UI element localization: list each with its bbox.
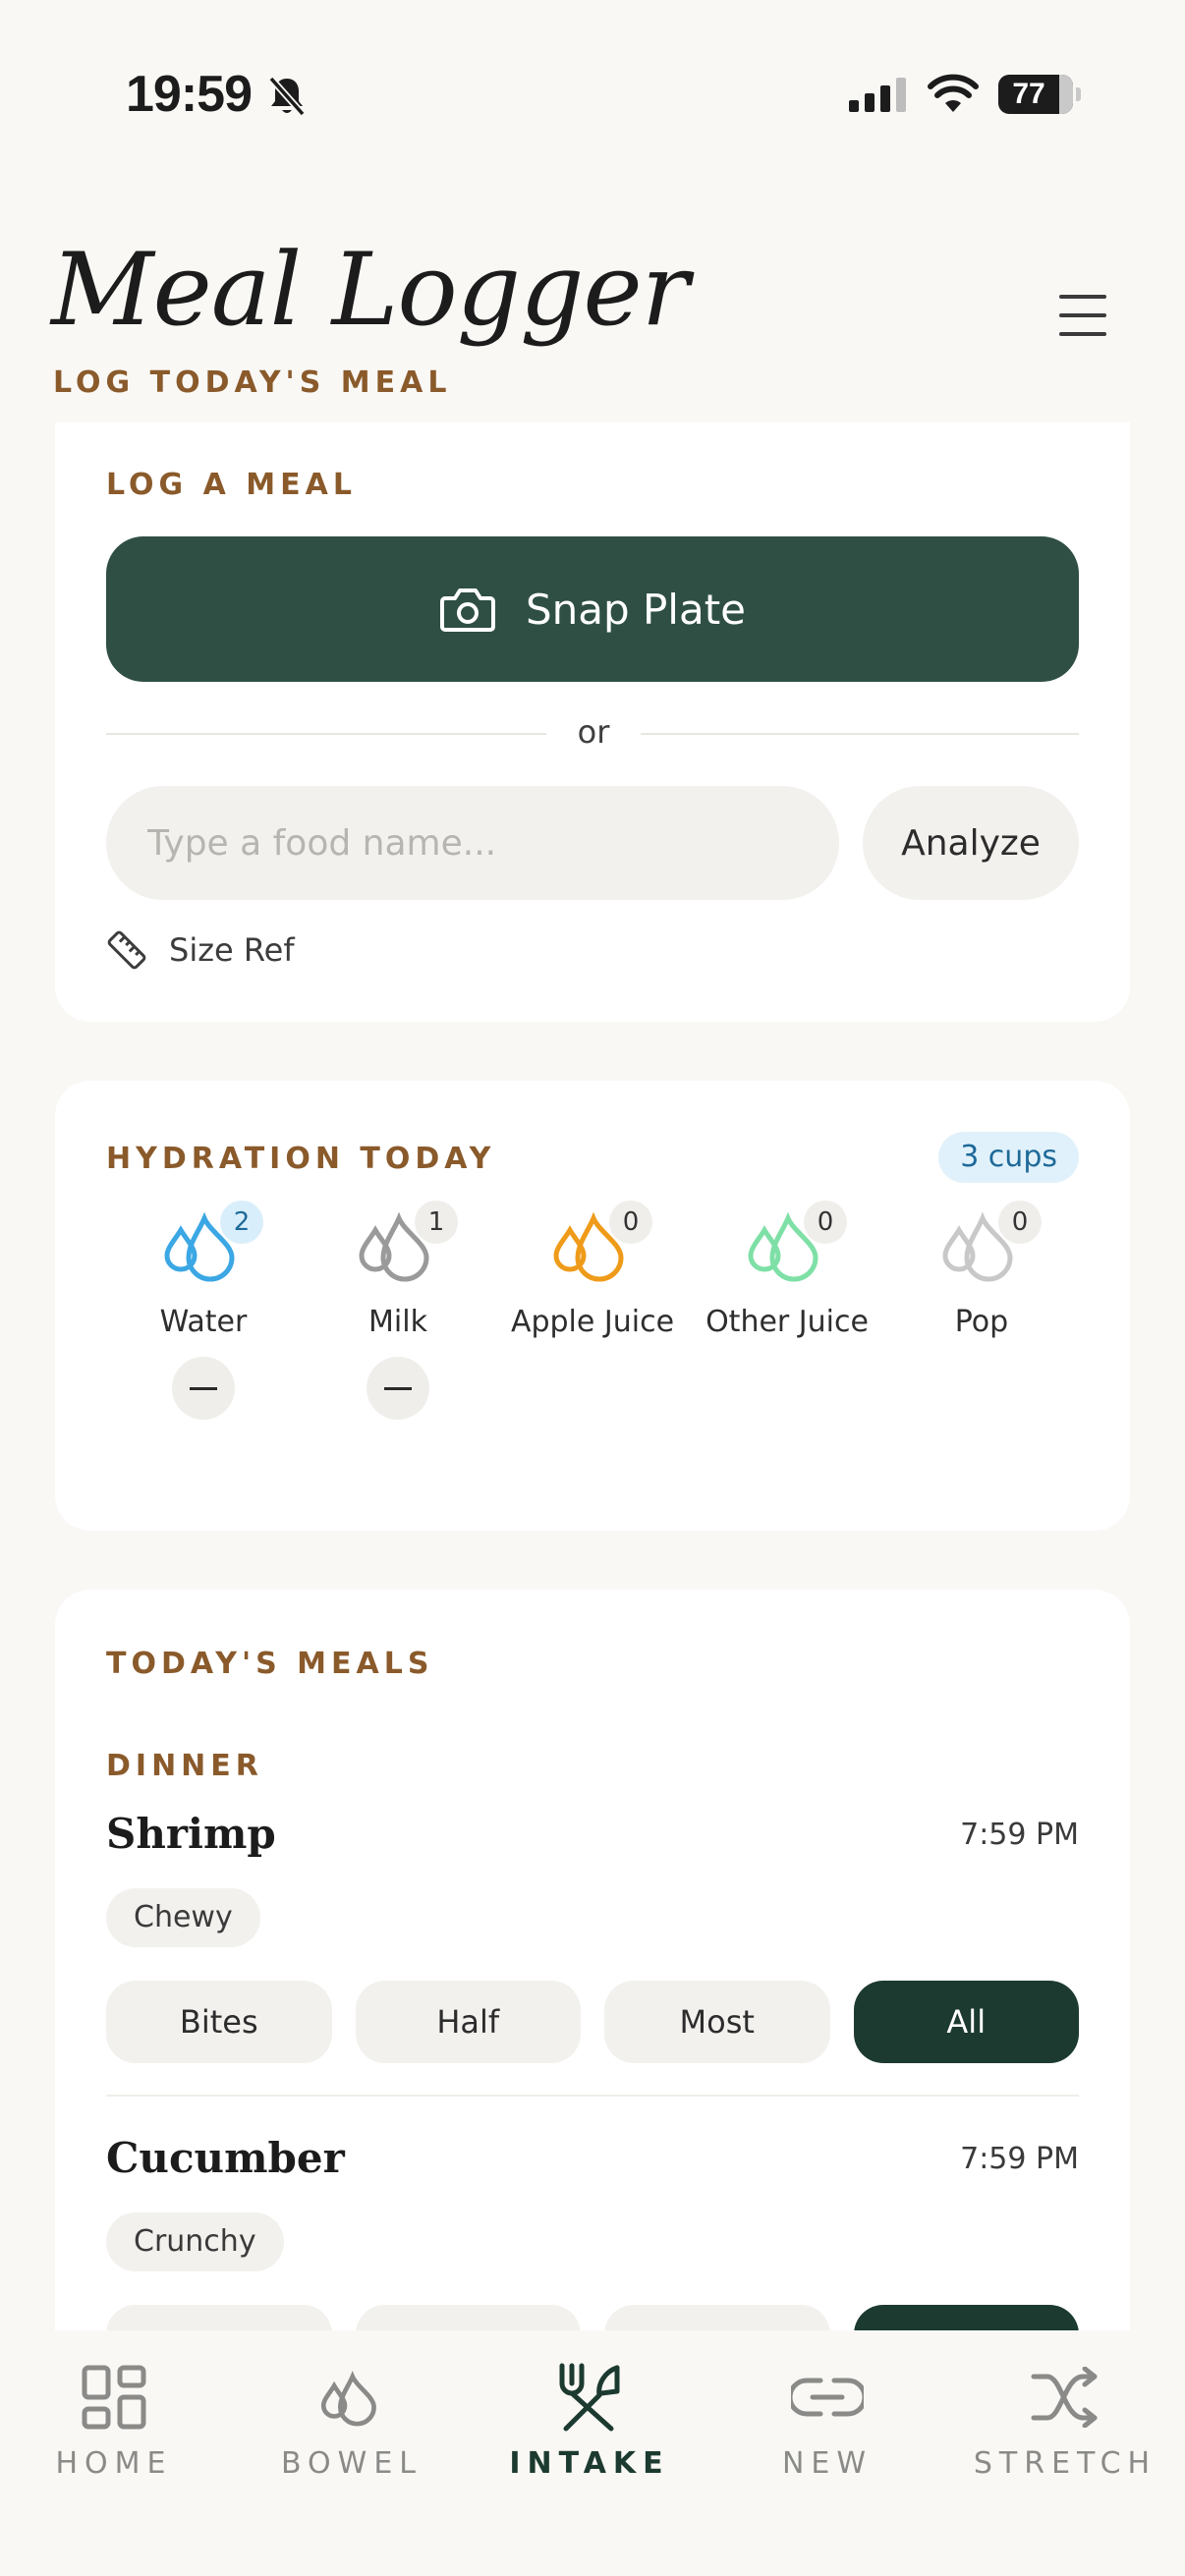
drink-apple-juice[interactable]: 0 Apple Juice (495, 1201, 690, 1339)
portion-most-button[interactable]: Most (604, 1981, 830, 2063)
size-ref-button[interactable]: Size Ref (106, 929, 295, 971)
milk-count-badge: 1 (415, 1201, 458, 1244)
nav-new[interactable]: NEW (729, 2358, 926, 2481)
nav-bowel[interactable]: BOWEL (254, 2358, 450, 2481)
battery-icon: 77 (998, 75, 1081, 114)
nav-label: BOWEL (281, 2446, 423, 2481)
page-subtitle: LOG TODAY'S MEAL (53, 365, 452, 400)
size-ref-label: Size Ref (169, 931, 295, 969)
hydration-label: HYDRATION TODAY (106, 1142, 496, 1176)
shuffle-icon (1031, 2367, 1098, 2428)
meal-time: 7:59 PM (960, 1818, 1079, 1852)
nav-stretch[interactable]: STRETCH (967, 2358, 1163, 2481)
hamburger-menu-icon[interactable] (1059, 295, 1106, 340)
drink-label: Water (159, 1305, 248, 1339)
portion-half-button[interactable]: Half (355, 1981, 581, 2063)
other-juice-count-badge: 0 (804, 1201, 847, 1244)
snap-plate-button[interactable]: Snap Plate (106, 536, 1079, 682)
grid-icon (82, 2365, 146, 2430)
link-icon (791, 2378, 864, 2417)
minus-icon (190, 1386, 217, 1390)
food-name-input[interactable] (106, 786, 839, 900)
nav-home[interactable]: HOME (16, 2358, 212, 2481)
page-title: Meal Logger (51, 232, 690, 349)
or-divider: or (106, 713, 1079, 753)
drink-other-juice[interactable]: 0 Other Juice (690, 1201, 884, 1339)
portion-selector: Bites Half Most All (106, 1981, 1079, 2063)
drink-label: Apple Juice (510, 1305, 675, 1339)
bell-muted-icon (267, 75, 307, 122)
meal-time: 7:59 PM (960, 2142, 1079, 2176)
battery-level: 77 (1012, 78, 1045, 110)
water-count-badge: 2 (220, 1201, 263, 1244)
cups-total-badge: 3 cups (938, 1132, 1079, 1183)
todays-meals-label: TODAY'S MEALS (106, 1647, 434, 1681)
nav-label: STRETCH (973, 2446, 1157, 2481)
meal-divider (106, 2095, 1079, 2097)
ruler-icon (107, 930, 146, 970)
wifi-icon (928, 73, 979, 118)
texture-tag[interactable]: Crunchy (106, 2212, 284, 2271)
meal-name: Shrimp (106, 1810, 276, 1858)
status-bar: 19:59 77 (0, 0, 1185, 187)
snap-plate-label: Snap Plate (525, 585, 747, 634)
drink-label: Pop (954, 1305, 1009, 1339)
texture-tag[interactable]: Chewy (106, 1888, 260, 1947)
minus-icon (384, 1386, 412, 1390)
log-meal-label: LOG A MEAL (106, 468, 357, 502)
bottom-nav: HOME BOWEL INTAKE NEW STRETCH (0, 2330, 1185, 2576)
hydration-card: HYDRATION TODAY 3 cups 2 Water 1 Milk 0 … (55, 1081, 1130, 1531)
portion-bites-button[interactable]: Bites (106, 1981, 332, 2063)
drink-water[interactable]: 2 Water (106, 1201, 301, 1420)
meal-name: Cucumber (106, 2134, 345, 2182)
drink-pop[interactable]: 0 Pop (884, 1201, 1079, 1339)
apple-juice-count-badge: 0 (609, 1201, 652, 1244)
utensils-icon (559, 2363, 620, 2432)
drops-icon (320, 2371, 376, 2427)
nav-label: HOME (55, 2446, 173, 2481)
cellular-signal-icon (849, 77, 908, 116)
camera-icon (439, 588, 495, 632)
nav-intake[interactable]: INTAKE (491, 2358, 688, 2481)
analyze-button[interactable]: Analyze (863, 786, 1079, 900)
status-time: 19:59 (126, 66, 253, 123)
nav-label: NEW (781, 2446, 874, 2481)
portion-all-button[interactable]: All (853, 1981, 1079, 2063)
or-text: or (577, 713, 610, 751)
nav-label: INTAKE (509, 2446, 670, 2481)
log-meal-card: LOG A MEAL Snap Plate or Analyze Size Re… (55, 422, 1130, 1022)
drink-label: Other Juice (705, 1305, 869, 1339)
drink-label: Milk (368, 1305, 427, 1339)
milk-decrement-button[interactable] (367, 1357, 429, 1420)
drink-milk[interactable]: 1 Milk (301, 1201, 495, 1420)
pop-count-badge: 0 (998, 1201, 1042, 1244)
water-decrement-button[interactable] (172, 1357, 235, 1420)
meal-category-dinner: DINNER (106, 1749, 263, 1783)
